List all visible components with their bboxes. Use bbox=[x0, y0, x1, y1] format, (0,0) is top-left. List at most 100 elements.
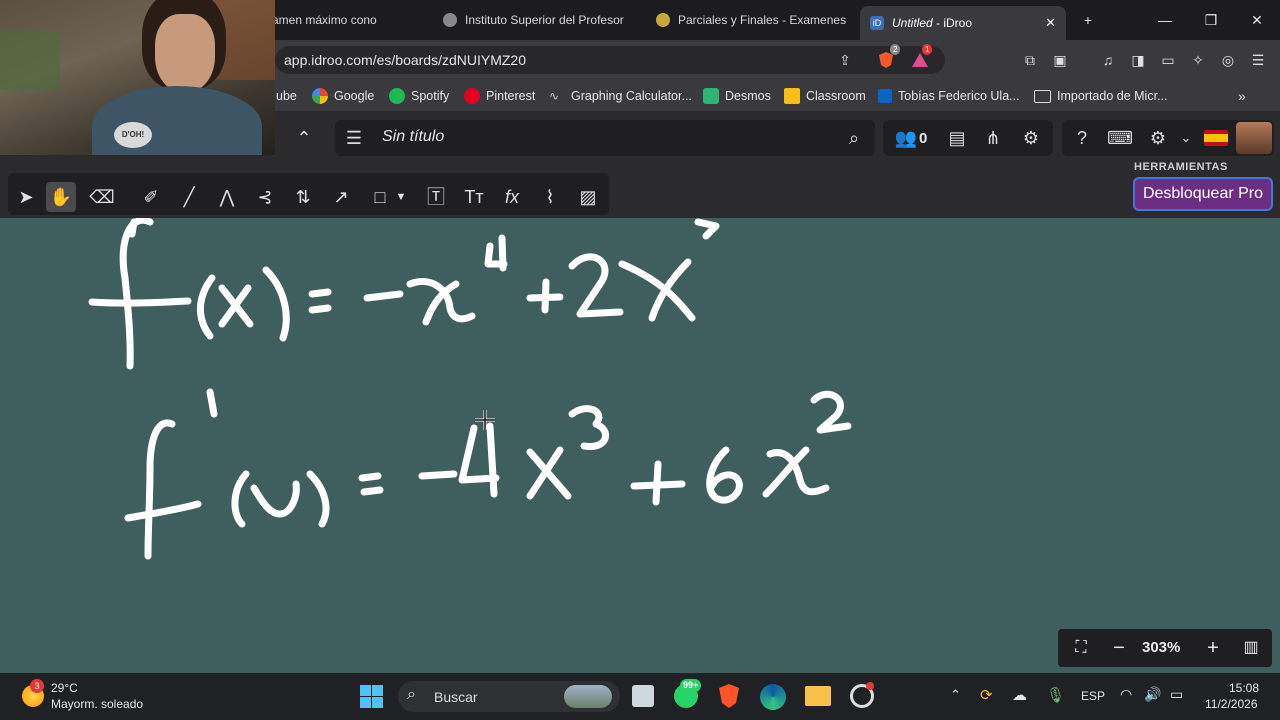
task-view-icon[interactable] bbox=[632, 685, 654, 707]
taskbar-search[interactable]: ⌕ Buscar bbox=[398, 681, 620, 712]
bookmarks-overflow-icon[interactable]: » bbox=[1238, 87, 1246, 105]
graph-tool-icon[interactable]: ⌇ bbox=[535, 182, 565, 212]
stroke-paren1-open bbox=[196, 274, 216, 340]
chevron-down-icon[interactable]: ⌄ bbox=[1172, 124, 1200, 152]
hamburger-menu-icon[interactable]: ☰ bbox=[340, 124, 368, 152]
language-indicator[interactable]: ESP bbox=[1081, 689, 1105, 703]
brave-taskbar-icon[interactable] bbox=[718, 683, 740, 709]
line-tool-icon[interactable]: ↗ bbox=[326, 182, 356, 212]
handwriting-layer bbox=[88, 218, 852, 560]
stroke-minus2 bbox=[418, 470, 458, 480]
clock-date[interactable]: 11/2/2026 bbox=[1205, 697, 1258, 711]
bookmark-graphing-calculator[interactable]: ∿ Graphing Calculator... bbox=[549, 87, 692, 105]
tab-title-suffix: - iDroo bbox=[932, 16, 973, 30]
screenshot-icon[interactable]: ▣ bbox=[1050, 50, 1070, 70]
zoom-search-icon[interactable]: ⌕ bbox=[840, 124, 868, 152]
close-window-button[interactable]: ✕ bbox=[1245, 8, 1269, 32]
chat-icon[interactable]: ▤ bbox=[943, 124, 971, 152]
compass-tool-icon[interactable]: ⋀ bbox=[212, 182, 242, 212]
tab-instituto[interactable]: Instituto Superior del Profesor bbox=[443, 6, 633, 34]
url-bar[interactable]: app.idroo.com/es/boards/zdNUIYMZ20 ⇪ bbox=[275, 46, 945, 74]
fullscreen-icon[interactable]: ⛶ bbox=[1068, 635, 1094, 661]
windows-taskbar: 3 29°C Mayorm. soleado ⌕ Buscar 99+ ⌃ ⟳ … bbox=[0, 673, 1280, 720]
bookmark-pinterest[interactable]: Pinterest bbox=[464, 87, 535, 105]
menu-icon[interactable]: ☰ bbox=[1248, 50, 1268, 70]
share-icon[interactable]: ⇪ bbox=[835, 50, 855, 70]
collapse-toolbar-icon[interactable]: ⌃ bbox=[290, 124, 318, 152]
tray-chevron-icon[interactable]: ⌃ bbox=[950, 687, 961, 703]
accessibility-icon[interactable]: ⚙ bbox=[1144, 124, 1172, 152]
recording-dot bbox=[866, 682, 874, 690]
bookmark-spotify[interactable]: Spotify bbox=[389, 87, 449, 105]
connector-tool-icon[interactable]: ⊰ bbox=[250, 182, 280, 212]
file-explorer-icon[interactable] bbox=[805, 686, 831, 706]
stroke-four2 bbox=[458, 422, 500, 498]
close-tab-icon[interactable]: ✕ bbox=[1045, 15, 1056, 31]
share-board-icon[interactable]: ⋔ bbox=[979, 124, 1007, 152]
extensions-icon[interactable]: ⧉ bbox=[1020, 50, 1040, 70]
map-icon[interactable]: ▥ bbox=[1238, 635, 1264, 661]
leo-ai-icon[interactable]: ✧ bbox=[1188, 50, 1208, 70]
arrow-tool-icon[interactable]: ⇅ bbox=[288, 182, 318, 212]
tab-parciales[interactable]: Parciales y Finales - Examenes bbox=[656, 6, 846, 34]
search-highlight-image bbox=[564, 685, 612, 708]
keyboard-icon[interactable]: ⌨ bbox=[1106, 124, 1134, 152]
zoom-out-button[interactable]: − bbox=[1106, 635, 1132, 661]
vpn-icon[interactable]: ◎ bbox=[1218, 50, 1238, 70]
board-title[interactable]: Sin título bbox=[382, 128, 444, 146]
formula-tool-icon[interactable]: fx bbox=[497, 182, 527, 212]
pen-tool-icon[interactable]: ╱ bbox=[174, 182, 204, 212]
bookmark-youtube[interactable]: ube bbox=[276, 87, 297, 105]
bookmark-label: Desmos bbox=[725, 89, 771, 103]
volume-icon[interactable]: 🔊 bbox=[1144, 686, 1161, 703]
wallet-icon[interactable]: ▭ bbox=[1158, 50, 1178, 70]
new-tab-button[interactable]: + bbox=[1076, 8, 1100, 32]
text-box-tool-icon[interactable]: 🅃 bbox=[421, 182, 451, 212]
bookmark-folder[interactable]: Importado de Micr... bbox=[1034, 87, 1167, 105]
users-icon[interactable]: 👥 bbox=[891, 124, 921, 152]
users-count: 0 bbox=[919, 130, 928, 147]
minimize-button[interactable]: — bbox=[1153, 8, 1177, 32]
highlighter-tool-icon[interactable]: ✐ bbox=[136, 182, 166, 212]
select-tool-icon[interactable]: ➤ bbox=[11, 182, 41, 212]
hand-tool-icon[interactable]: ✋ bbox=[46, 182, 76, 212]
avatar[interactable] bbox=[1236, 122, 1272, 154]
whiteboard-canvas[interactable]: ⛶ − 303% + ▥ bbox=[0, 218, 1280, 673]
eraser-tool-icon[interactable]: ⌫ bbox=[87, 182, 117, 212]
tab-examen[interactable]: amen máximo cono bbox=[272, 6, 422, 34]
sync-icon[interactable]: ⟳ bbox=[980, 686, 993, 704]
music-icon[interactable]: ♫ bbox=[1098, 50, 1118, 70]
zoom-in-button[interactable]: + bbox=[1200, 635, 1226, 661]
bookmark-desmos[interactable]: Desmos bbox=[703, 87, 771, 105]
microphone-icon[interactable]: 🎙 bbox=[1046, 686, 1065, 704]
wifi-icon[interactable]: ◠ bbox=[1120, 686, 1132, 703]
windows-start-icon[interactable] bbox=[360, 685, 383, 708]
bookmark-google[interactable]: Google bbox=[312, 87, 374, 105]
shape-dropdown-icon[interactable]: ▼ bbox=[391, 182, 411, 212]
bookmark-classroom[interactable]: Classroom bbox=[784, 87, 866, 105]
settings-gear-icon[interactable]: ⚙ bbox=[1017, 124, 1045, 152]
stroke-f1-bar bbox=[88, 297, 192, 307]
bookmark-label: ube bbox=[276, 89, 297, 103]
restore-button[interactable]: ❐ bbox=[1199, 8, 1223, 32]
unlock-pro-button[interactable]: Desbloquear Pro bbox=[1133, 177, 1273, 211]
image-tool-icon[interactable]: ▨ bbox=[573, 182, 603, 212]
edge-icon[interactable] bbox=[760, 684, 786, 710]
bookmark-linkedin[interactable]: Tobías Federico Ula... bbox=[878, 87, 1020, 105]
collaboration-bar: 👥 0 ▤ ⋔ ⚙ bbox=[883, 120, 1053, 156]
sidebar-icon[interactable]: ◨ bbox=[1128, 50, 1148, 70]
clock-time[interactable]: 15:08 bbox=[1229, 681, 1259, 695]
rewards-icon[interactable]: 1 bbox=[910, 44, 933, 70]
stroke-three1 bbox=[694, 218, 720, 240]
text-tool-icon[interactable]: Tт bbox=[459, 182, 489, 212]
help-icon[interactable]: ? bbox=[1068, 124, 1096, 152]
tab-idroo[interactable]: iD Untitled - iDroo ✕ bbox=[860, 6, 1066, 40]
stroke-eq1b bbox=[308, 304, 332, 314]
spain-flag-icon[interactable] bbox=[1204, 130, 1228, 146]
brave-shield-icon[interactable]: 2 bbox=[876, 44, 901, 70]
stroke-three2 bbox=[568, 405, 610, 450]
onedrive-icon[interactable]: ☁ bbox=[1012, 686, 1027, 704]
stroke-paren2-open bbox=[231, 470, 250, 528]
stroke-minus1 bbox=[363, 290, 404, 302]
battery-icon[interactable]: ▭ bbox=[1170, 686, 1183, 703]
